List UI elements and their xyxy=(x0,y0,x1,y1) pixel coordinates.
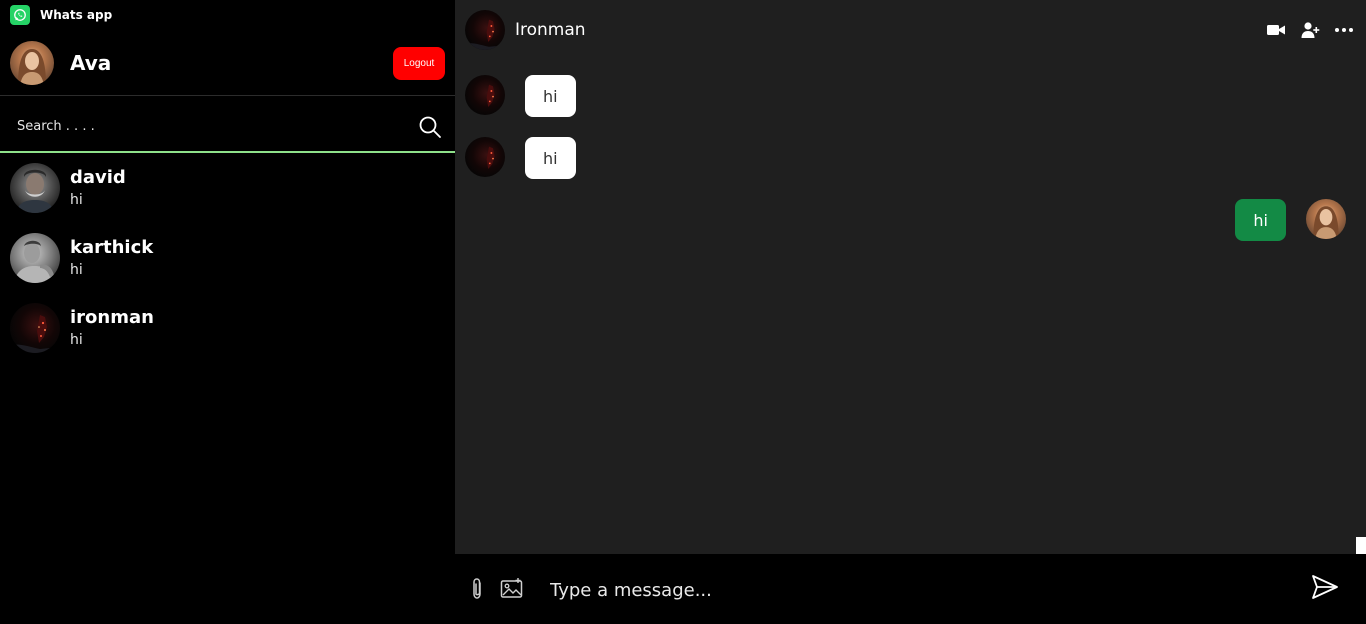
contact-last-message: hi xyxy=(70,192,83,208)
add-user-icon[interactable] xyxy=(1300,20,1320,40)
message-bubble-incoming: hi xyxy=(525,75,576,117)
contact-item-david[interactable]: david hi xyxy=(10,163,450,219)
avatar xyxy=(10,163,60,213)
contact-item-karthick[interactable]: karthick hi xyxy=(10,233,450,289)
avatar[interactable] xyxy=(465,10,505,50)
attach-icon[interactable] xyxy=(469,577,485,601)
message-bubble-outgoing: hi xyxy=(1235,199,1286,241)
app-title: Whats app xyxy=(40,8,113,22)
contact-name: karthick xyxy=(70,237,154,258)
contact-last-message: hi xyxy=(70,332,83,348)
send-icon[interactable] xyxy=(1311,573,1339,601)
avatar[interactable] xyxy=(10,41,54,85)
message-input[interactable] xyxy=(550,576,1250,604)
avatar xyxy=(10,233,60,283)
scrollbar-thumb[interactable] xyxy=(1356,537,1366,554)
search-bar xyxy=(0,96,455,153)
contact-name: david xyxy=(70,167,126,188)
search-icon[interactable] xyxy=(418,115,442,139)
avatar xyxy=(465,75,505,115)
search-input[interactable] xyxy=(17,116,397,136)
sidebar: Whats app Ava Logout Search . . . . davi… xyxy=(0,0,455,624)
profile-header: Ava xyxy=(10,40,111,86)
more-options-icon[interactable] xyxy=(1334,20,1354,40)
avatar xyxy=(1306,199,1346,239)
profile-name: Ava xyxy=(70,51,112,75)
whatsapp-logo-icon xyxy=(10,5,30,25)
logout-button[interactable]: Logout xyxy=(393,47,445,80)
video-call-icon[interactable] xyxy=(1266,20,1286,40)
contact-item-ironman[interactable]: ironman hi xyxy=(10,303,450,359)
contact-name: ironman xyxy=(70,307,154,328)
message-bubble-incoming: hi xyxy=(525,137,576,179)
avatar xyxy=(10,303,60,353)
avatar xyxy=(465,137,505,177)
message-composer xyxy=(455,554,1366,624)
chat-panel: Ironman hi hi hi xyxy=(455,0,1366,554)
image-icon[interactable] xyxy=(500,577,524,599)
chat-header-name: Ironman xyxy=(515,20,586,40)
app-title-bar: Whats app xyxy=(10,5,112,25)
contact-last-message: hi xyxy=(70,262,83,278)
